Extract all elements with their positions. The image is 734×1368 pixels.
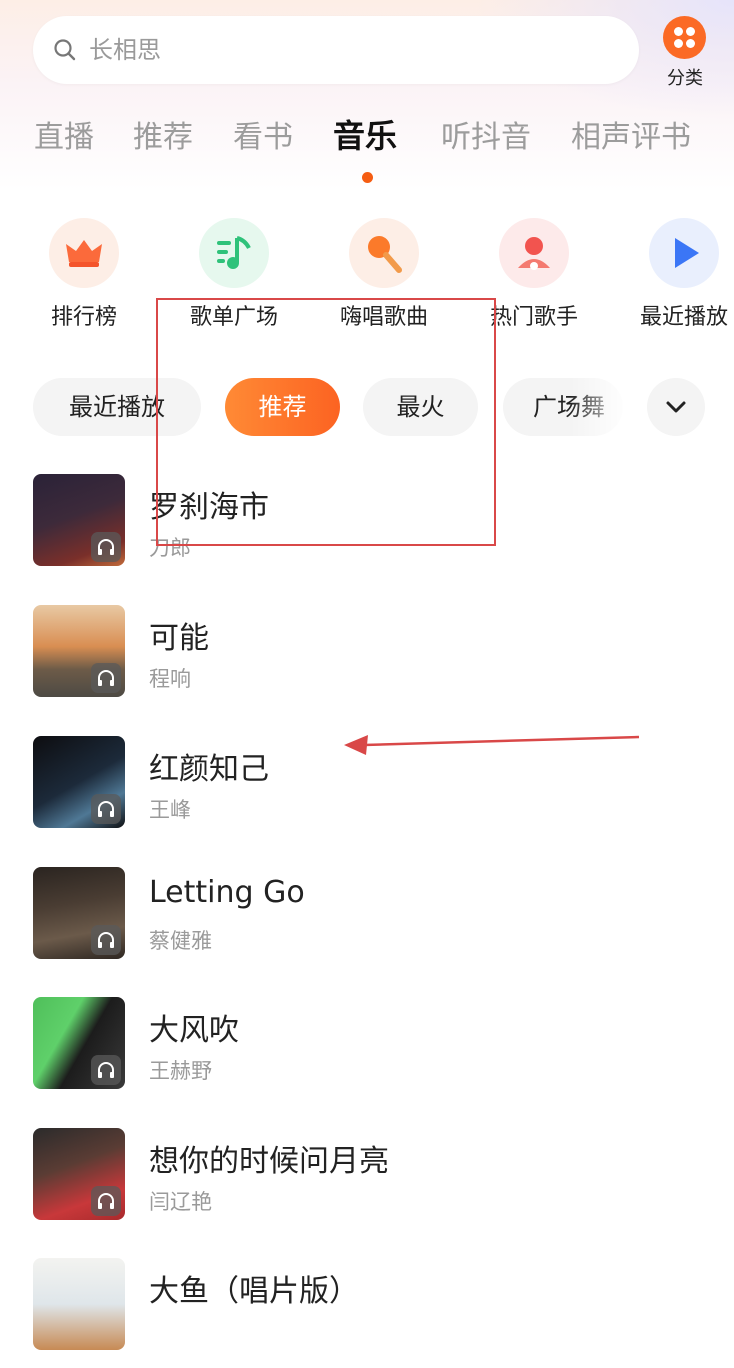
search-input[interactable]: 长相思 [33, 16, 639, 84]
annotation-arrow [344, 735, 640, 755]
song-artist: 王峰 [149, 798, 191, 822]
tab-music[interactable]: 音乐 [333, 114, 397, 158]
grid-icon [663, 16, 706, 59]
album-cover [33, 867, 125, 959]
tab-listen-douyin[interactable]: 听抖音 [441, 116, 531, 160]
playlist-icon [199, 218, 269, 288]
shortcut-label: 最近播放 [639, 305, 728, 330]
search-icon [54, 39, 76, 61]
category-button[interactable]: 分类 [660, 14, 710, 90]
category-label: 分类 [667, 68, 703, 89]
song-title: 大风吹 [149, 1013, 239, 1048]
shortcut-label: 排行榜 [50, 305, 117, 330]
song-artist: 蔡健雅 [149, 929, 212, 953]
headphones-icon [91, 1186, 121, 1216]
tab-crosstalk[interactable]: 相声评书 [571, 116, 691, 160]
song-artist: 王赫野 [149, 1059, 212, 1083]
search-placeholder: 长相思 [89, 36, 161, 64]
singer-icon [499, 218, 569, 288]
song-item[interactable]: 想你的时候问月亮 闫辽艳 [0, 1128, 734, 1238]
chip-fade [570, 378, 630, 436]
song-title: 大鱼（唱片版） [149, 1274, 359, 1309]
song-item[interactable]: Letting Go 蔡健雅 [0, 867, 734, 977]
tab-books[interactable]: 看书 [233, 116, 293, 160]
album-cover [33, 605, 125, 697]
headphones-icon [91, 663, 121, 693]
album-cover [33, 474, 125, 566]
album-cover [33, 736, 125, 828]
album-cover [33, 997, 125, 1089]
expand-chips-button[interactable] [647, 378, 705, 436]
song-artist: 程响 [149, 667, 191, 691]
shortcut-recent[interactable]: 最近播放 [629, 215, 734, 335]
album-cover [33, 1128, 125, 1220]
song-title: 想你的时候问月亮 [149, 1144, 389, 1179]
tab-live[interactable]: 直播 [34, 116, 94, 160]
headphones-icon [91, 925, 121, 955]
headphones-icon [91, 794, 121, 824]
song-item[interactable]: 可能 程响 [0, 605, 734, 715]
song-item[interactable]: 大风吹 王赫野 [0, 997, 734, 1107]
crown-icon [49, 218, 119, 288]
headphones-icon [91, 1055, 121, 1085]
annotation-box [156, 298, 496, 546]
song-item[interactable]: 大鱼（唱片版） [0, 1258, 734, 1368]
album-cover [33, 1258, 125, 1350]
song-title: Letting Go [149, 875, 305, 910]
song-artist: 闫辽艳 [149, 1190, 212, 1214]
active-tab-indicator [362, 172, 373, 183]
shortcut-ranking[interactable]: 排行榜 [29, 215, 139, 335]
microphone-icon [349, 218, 419, 288]
play-icon [649, 218, 719, 288]
song-title: 可能 [149, 621, 209, 656]
tab-recommend[interactable]: 推荐 [133, 116, 193, 160]
chevron-down-icon [666, 401, 686, 413]
song-title: 红颜知己 [149, 752, 269, 787]
headphones-icon [91, 532, 121, 562]
top-tabs: 直播 推荐 看书 音乐 听抖音 相声评书 [0, 112, 734, 183]
